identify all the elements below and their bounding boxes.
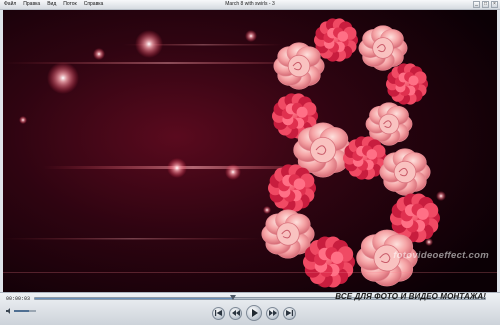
title-bar: Файл Правка Вид Поток Справка March 8 wi… <box>0 0 500 10</box>
watermark-text: fotovideoeffect.com <box>393 250 489 261</box>
carnation-flower <box>268 164 316 212</box>
speaker-icon[interactable] <box>6 308 12 314</box>
fast-forward-button[interactable] <box>266 306 279 320</box>
menu-stream[interactable]: Поток <box>62 0 77 9</box>
menu-bar: Файл Правка Вид Поток Справка <box>3 0 104 9</box>
video-frame[interactable]: fotovideoeffect.com <box>3 10 497 292</box>
volume-control[interactable] <box>6 308 46 314</box>
rose-flower <box>358 25 408 71</box>
elapsed-time: 00:00:03 <box>6 296 31 302</box>
fast-forward-icon <box>268 310 277 316</box>
carnation-flower <box>386 63 429 105</box>
maximize-icon[interactable]: □ <box>482 1 489 8</box>
previous-button[interactable] <box>212 306 225 320</box>
menu-file[interactable]: Файл <box>3 0 17 9</box>
carnation-flower <box>303 236 356 288</box>
transport-buttons <box>212 305 296 321</box>
close-icon[interactable]: × <box>491 1 498 8</box>
menu-view[interactable]: Вид <box>46 0 57 9</box>
volume-slider[interactable] <box>14 310 36 312</box>
volume-level <box>14 310 30 312</box>
rose-flower <box>379 148 431 196</box>
previous-icon <box>215 310 222 316</box>
menu-help[interactable]: Справка <box>83 0 105 9</box>
seek-thumb[interactable] <box>230 295 236 300</box>
promo-banner: ВСЕ ДЛЯ ФОТО И ВИДЕО МОНТАЖА! <box>335 292 486 301</box>
menu-edit[interactable]: Правка <box>22 0 41 9</box>
next-button[interactable] <box>283 306 296 320</box>
minimize-icon[interactable]: _ <box>473 1 480 8</box>
rose-flower <box>273 42 325 90</box>
rewind-icon <box>231 310 240 316</box>
play-icon <box>251 309 258 317</box>
media-player-window: Файл Правка Вид Поток Справка March 8 wi… <box>0 0 500 325</box>
play-button[interactable] <box>246 305 262 321</box>
next-icon <box>286 310 293 316</box>
window-buttons: _ □ × <box>473 1 498 8</box>
seek-progress <box>35 298 233 299</box>
rewind-button[interactable] <box>229 306 242 320</box>
carnation-flower <box>314 18 358 62</box>
